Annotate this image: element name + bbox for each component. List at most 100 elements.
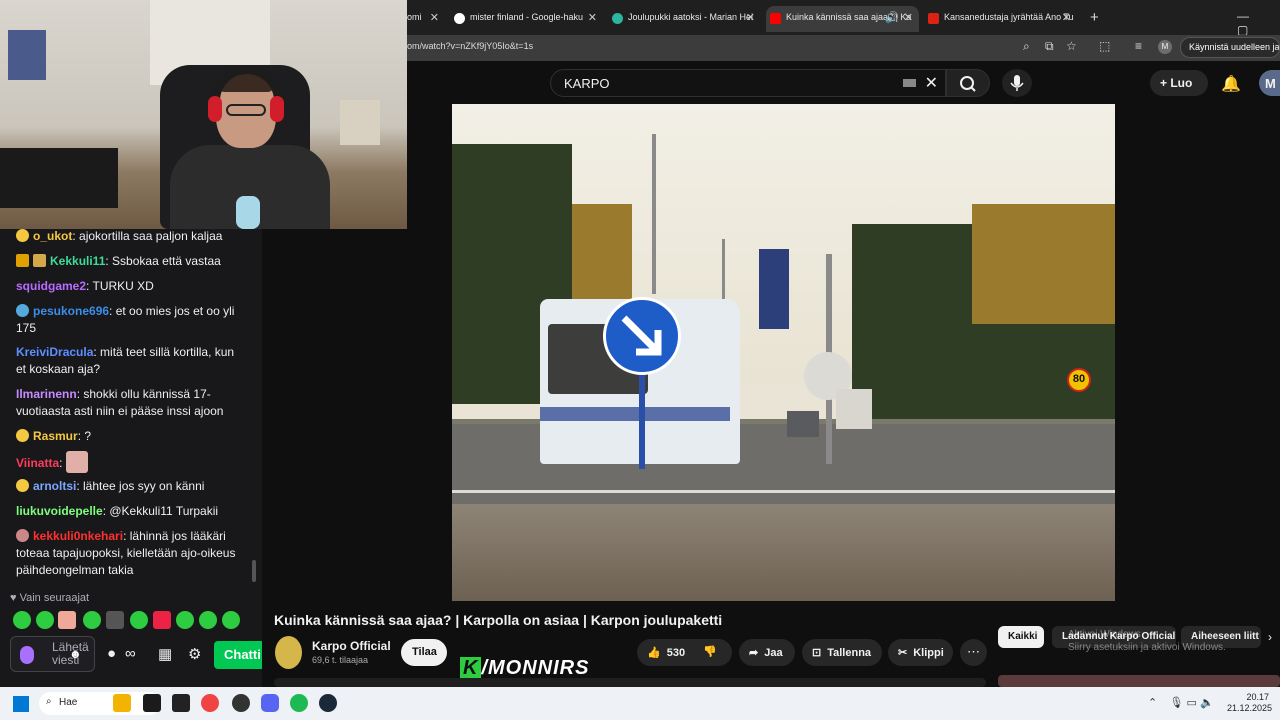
microphone-icon[interactable]: 🎙 <box>1169 697 1183 709</box>
close-icon[interactable]: ✕ <box>1062 11 1071 24</box>
channel-name[interactable]: Karpo Official <box>312 639 391 653</box>
emote-icon[interactable] <box>83 611 101 629</box>
browser-tab[interactable]: Kansanedustaja jyrähtää Ano Tu ✕ <box>924 6 1077 32</box>
emote-icon[interactable] <box>199 611 217 629</box>
browser-tab[interactable]: omi ✕ <box>407 6 445 32</box>
thumbs-up-icon[interactable]: 👍 <box>647 647 661 659</box>
video-player[interactable]: 80 <box>452 104 1115 601</box>
browser-tab-active[interactable]: Kuinka kännissä saa ajaa? | Ka 🔊 ✕ <box>766 6 919 32</box>
thumbs-down-icon[interactable]: 👎 <box>703 645 717 658</box>
channel-avatar[interactable] <box>275 636 302 669</box>
chat-username[interactable]: Kekkuli11 <box>50 254 105 268</box>
chat-username[interactable]: pesukone696 <box>33 304 109 318</box>
webcam-headset-ear-left <box>208 96 222 122</box>
chat-scrollbar[interactable] <box>252 560 256 582</box>
emote-icon[interactable] <box>58 611 76 629</box>
clear-search-icon[interactable]: ✕ <box>925 73 938 93</box>
chat-username[interactable]: arnoltsi <box>33 479 76 493</box>
emote-icon[interactable] <box>176 611 194 629</box>
emote-icon[interactable] <box>130 611 148 629</box>
url-field[interactable]: om/watch?v=nZKf9jY05Io&t=1s <box>407 41 533 51</box>
chat-text: ajokortilla saa paljon kaljaa <box>79 229 223 243</box>
notifications-bell-icon[interactable]: 🔔 <box>1221 74 1241 94</box>
reading-list-icon[interactable]: ≡ <box>1135 39 1142 53</box>
microphone-icon <box>1010 75 1024 91</box>
emote-icon[interactable] <box>36 611 54 629</box>
chrome-icon[interactable] <box>201 694 219 712</box>
settings-gear-icon[interactable]: ⚙ <box>188 645 201 663</box>
restart-update-button[interactable]: Käynnistä uudelleen ja päivitä <box>1180 37 1280 58</box>
emote-icon[interactable] <box>13 611 31 629</box>
app-icon[interactable] <box>172 694 190 712</box>
extensions-icon[interactable]: ⬚ <box>1099 39 1110 53</box>
store-icon[interactable]: ▦ <box>158 645 172 663</box>
chevron-right-icon[interactable]: › <box>1268 630 1272 644</box>
youtube-search-input[interactable]: KARPO ✕ <box>550 69 946 97</box>
zoom-icon[interactable]: ⌕ <box>1023 39 1030 54</box>
chat-input[interactable]: Lähetä viesti ☻ <box>10 636 95 672</box>
share-button[interactable]: ➦ Jaa <box>739 639 795 666</box>
chat-username[interactable]: kekkuli0nkehari <box>33 529 123 543</box>
emote-icon[interactable] <box>106 611 124 629</box>
share-label: Jaa <box>764 647 783 659</box>
microphone-icon[interactable] <box>20 646 34 664</box>
emote-icon[interactable] <box>222 611 240 629</box>
chevron-up-icon[interactable]: ⌃ <box>1148 697 1157 709</box>
chat-username[interactable]: KreiviDracula <box>16 345 93 359</box>
overlay-k: K <box>460 657 482 680</box>
obs-icon[interactable] <box>232 694 250 712</box>
chat-username[interactable]: Viinatta <box>16 456 59 470</box>
infinity-icon[interactable]: ∞ <box>125 645 136 662</box>
followers-only-mode: ♥ Vain seuraajat <box>10 592 89 604</box>
browser-tab[interactable]: mister finland - Google-haku ✕ <box>450 6 603 32</box>
close-icon[interactable]: ✕ <box>588 11 597 24</box>
emote-icon[interactable] <box>153 611 171 629</box>
emote-picker-icon[interactable]: ☻ <box>69 647 82 661</box>
more-actions-icon[interactable]: ⋯ <box>960 639 987 666</box>
bookmark-star-icon[interactable]: ☆ <box>1066 39 1077 53</box>
chat-username[interactable]: liukuvoidepelle <box>16 504 103 518</box>
network-icon[interactable]: ▭ <box>1186 697 1196 709</box>
cast-icon[interactable]: ⧉ <box>1045 39 1054 54</box>
clip-button[interactable]: ✂ Klippi <box>888 639 953 666</box>
plus-icon: + <box>1160 76 1171 90</box>
taskbar-clock[interactable]: 20.17 21.12.2025 <box>1227 692 1272 714</box>
chat-username[interactable]: Ilmarinenn <box>16 387 77 401</box>
browser-tab[interactable]: Joulupukki aatoksi - Marian Hei ✕ <box>608 6 761 32</box>
account-avatar[interactable]: M <box>1259 70 1280 96</box>
volume-icon[interactable]: 🔈 <box>1200 697 1214 709</box>
close-icon[interactable]: ✕ <box>746 11 755 24</box>
badge-icon <box>16 229 29 242</box>
chat-send-button[interactable]: Chatti <box>214 641 262 669</box>
file-explorer-icon[interactable] <box>113 694 131 712</box>
chat-username[interactable]: squidgame2 <box>16 279 86 293</box>
spotify-icon[interactable] <box>290 694 308 712</box>
video-sign-pole <box>639 374 645 469</box>
window-controls: — ▢ <box>1237 9 1280 37</box>
discord-icon[interactable] <box>261 694 279 712</box>
save-button[interactable]: ⊡ Tallenna <box>802 639 882 666</box>
app-icon[interactable] <box>143 694 161 712</box>
webcam-overlay <box>0 0 407 229</box>
search-button[interactable] <box>946 69 990 97</box>
speaker-icon[interactable]: 🔊 <box>885 11 899 24</box>
create-button[interactable]: + Luo <box>1150 70 1208 96</box>
keyboard-icon[interactable] <box>903 79 916 87</box>
profile-avatar[interactable]: M <box>1158 40 1172 54</box>
subscribe-button[interactable]: Tilaa <box>401 639 447 666</box>
filter-chip-all[interactable]: Kaikki <box>998 626 1044 648</box>
chat-username[interactable]: o_ukot <box>33 229 72 243</box>
bits-icon[interactable]: ● <box>107 645 116 662</box>
close-icon[interactable]: ✕ <box>904 11 913 24</box>
minimize-icon[interactable]: — <box>1237 9 1249 23</box>
windows-start-icon[interactable] <box>13 696 29 712</box>
like-count[interactable]: 530 <box>667 647 685 659</box>
recommended-thumbnail[interactable] <box>998 675 1280 687</box>
chat-username[interactable]: Rasmur <box>33 429 78 443</box>
description-box[interactable] <box>274 678 986 687</box>
like-dislike-group: 👍 530 👎 <box>637 639 732 666</box>
steam-icon[interactable] <box>319 694 337 712</box>
new-tab-button[interactable]: + <box>1090 9 1099 26</box>
voice-search-button[interactable] <box>1002 69 1032 97</box>
close-icon[interactable]: ✕ <box>430 11 439 24</box>
